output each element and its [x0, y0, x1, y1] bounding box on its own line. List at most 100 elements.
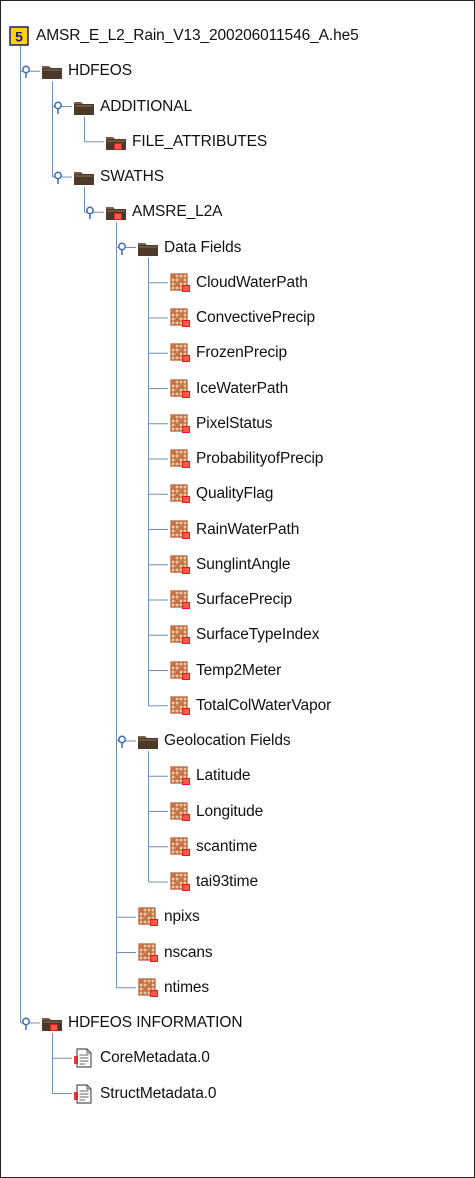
tree-expand-handle-geolocation-fields[interactable]: [116, 735, 128, 749]
tree-node-label: Data Fields: [164, 238, 242, 256]
tree-node-label: HDFEOS: [68, 62, 132, 80]
folder-attribute-icon: [41, 1013, 63, 1033]
dataset-icon: [169, 696, 191, 716]
tree-node-label: SurfacePrecip: [196, 591, 293, 608]
folder-icon: [137, 238, 159, 258]
tree-node-surfacetypeindex[interactable]: SurfaceTypeIndex: [169, 620, 319, 650]
tree-node-label: PixelStatus: [196, 414, 273, 432]
tree-expand-handle-amsre-l2a[interactable]: [84, 206, 96, 220]
dataset-icon: [169, 766, 191, 786]
tree-node-label: StructMetadata.0: [100, 1084, 217, 1102]
tree-expand-handle-additional[interactable]: [52, 101, 64, 115]
tree-node-convectiveprecip[interactable]: ConvectivePrecip: [169, 303, 315, 333]
folder-icon: [73, 97, 95, 117]
hdf5-file-icon: 5: [9, 26, 31, 46]
tree-node-latitude[interactable]: Latitude: [169, 761, 250, 791]
dataset-icon: [169, 625, 191, 645]
dataset-icon: [169, 801, 191, 822]
tree-node-label: SWATHS: [100, 168, 164, 185]
tree-node-rainwaterpath[interactable]: RainWaterPath: [169, 515, 299, 545]
svg-text:5: 5: [15, 29, 23, 45]
tree-node-label: SunglintAngle: [196, 555, 291, 573]
tree-node-label: ProbabilityofPrecip: [196, 450, 324, 467]
dataset-icon: [137, 978, 159, 998]
tree-node-ntimes[interactable]: ntimes: [137, 973, 209, 1003]
tree-node-label: AMSRE_L2A: [132, 203, 223, 221]
folder-icon: [41, 61, 63, 81]
tree-node-label: TotalColWaterVapor: [196, 696, 332, 714]
tree-node-label: RainWaterPath: [196, 520, 300, 538]
tree-node-longitude[interactable]: Longitude: [169, 797, 263, 827]
tree-expand-handle-hdfeos-information[interactable]: [20, 1017, 32, 1031]
tree-node-label: ntimes: [164, 978, 210, 996]
dataset-icon: [169, 484, 191, 504]
tree-node-probabilityofprecip[interactable]: ProbabilityofPrecip: [169, 444, 323, 474]
tree-node-label: FILE_ATTRIBUTES: [132, 132, 268, 150]
tree-node-label: scantime: [196, 837, 258, 855]
tree-node-label: IceWaterPath: [196, 379, 289, 397]
dataset-icon: [169, 872, 191, 892]
tree-node-label: Temp2Meter: [196, 661, 282, 679]
tree-node-swaths[interactable]: SWATHS: [73, 162, 164, 192]
tree-node-additional[interactable]: ADDITIONAL: [73, 92, 192, 122]
tree-node-tai93time[interactable]: tai93time: [169, 867, 258, 897]
dataset-icon: [169, 837, 191, 857]
tree-node-label: AMSR_E_L2_Rain_V13_200206011546_A.he5: [36, 27, 359, 44]
tree-node-label: SurfaceTypeIndex: [196, 626, 320, 644]
tree-node-label: Longitude: [196, 802, 264, 820]
dataset-icon: [169, 378, 191, 399]
dataset-icon: [169, 660, 191, 681]
tree-node-qualityflag[interactable]: QualityFlag: [169, 479, 273, 509]
folder-attribute-icon: [105, 202, 127, 222]
tree-node-label: ConvectivePrecip: [196, 309, 316, 326]
tree-node-totalcolwatervapor[interactable]: TotalColWaterVapor: [169, 691, 331, 721]
tree-node-pixelstatus[interactable]: PixelStatus: [169, 409, 273, 439]
tree-node-sunglintangle[interactable]: SunglintAngle: [169, 550, 290, 580]
tree-node-label: CoreMetadata.0: [100, 1049, 210, 1067]
tree-expand-handle-hdfeos[interactable]: [20, 65, 32, 79]
tree-expand-handle-data-fields[interactable]: [116, 242, 128, 256]
dataset-icon: [169, 449, 191, 469]
tree-node-geolocation-fields[interactable]: Geolocation Fields: [137, 726, 291, 756]
tree-node-hdfeos-information[interactable]: HDFEOS INFORMATION: [41, 1008, 243, 1038]
file-tree: 5 AMSR_E_L2_Rain_V13_200206011546_A.he5 …: [0, 0, 475, 1178]
tree-node-label: CloudWaterPath: [196, 273, 308, 291]
tree-node-scantime[interactable]: scantime: [169, 832, 257, 862]
tree-node-label: Geolocation Fields: [164, 732, 291, 749]
folder-attribute-icon: [105, 132, 127, 152]
dataset-icon: [169, 414, 191, 434]
tree-node-label: QualityFlag: [196, 485, 274, 503]
tree-node-amsr-e-l2-rain-v13-200206011546-a-he5[interactable]: 5 AMSR_E_L2_Rain_V13_200206011546_A.he5: [9, 21, 359, 51]
tree-node-label: npixs: [164, 908, 200, 926]
tree-node-frozenprecip[interactable]: FrozenPrecip: [169, 338, 287, 368]
tree-node-amsre-l2a[interactable]: AMSRE_L2A: [105, 197, 223, 227]
dataset-icon: [137, 942, 159, 963]
dataset-icon: [169, 273, 191, 293]
tree-node-data-fields[interactable]: Data Fields: [137, 233, 241, 263]
tree-node-icewaterpath[interactable]: IceWaterPath: [169, 374, 288, 404]
tree-node-label: nscans: [164, 943, 213, 961]
text-document-icon: [73, 1083, 95, 1104]
tree-node-structmetadata-0[interactable]: StructMetadata.0: [73, 1079, 217, 1109]
tree-node-coremetadata-0[interactable]: CoreMetadata.0: [73, 1043, 210, 1073]
tree-node-label: Latitude: [196, 767, 251, 785]
dataset-icon: [137, 907, 159, 927]
tree-node-hdfeos[interactable]: HDFEOS: [41, 56, 132, 86]
dataset-icon: [169, 308, 191, 328]
tree-node-label: HDFEOS INFORMATION: [68, 1014, 243, 1031]
tree-node-label: tai93time: [196, 873, 258, 890]
tree-node-label: ADDITIONAL: [100, 97, 193, 115]
tree-node-nscans[interactable]: nscans: [137, 938, 213, 968]
tree-node-file-attributes[interactable]: FILE_ATTRIBUTES: [105, 127, 267, 157]
dataset-icon: [169, 519, 191, 540]
tree-node-npixs[interactable]: npixs: [137, 902, 200, 932]
tree-node-cloudwaterpath[interactable]: CloudWaterPath: [169, 268, 308, 298]
tree-node-temp2meter[interactable]: Temp2Meter: [169, 656, 281, 686]
dataset-icon: [169, 343, 191, 363]
tree-node-surfaceprecip[interactable]: SurfacePrecip: [169, 585, 292, 615]
tree-expand-handle-swaths[interactable]: [52, 171, 64, 185]
dataset-icon: [169, 555, 191, 575]
folder-icon: [137, 731, 159, 751]
text-document-icon: [73, 1048, 95, 1068]
folder-icon: [73, 167, 95, 187]
